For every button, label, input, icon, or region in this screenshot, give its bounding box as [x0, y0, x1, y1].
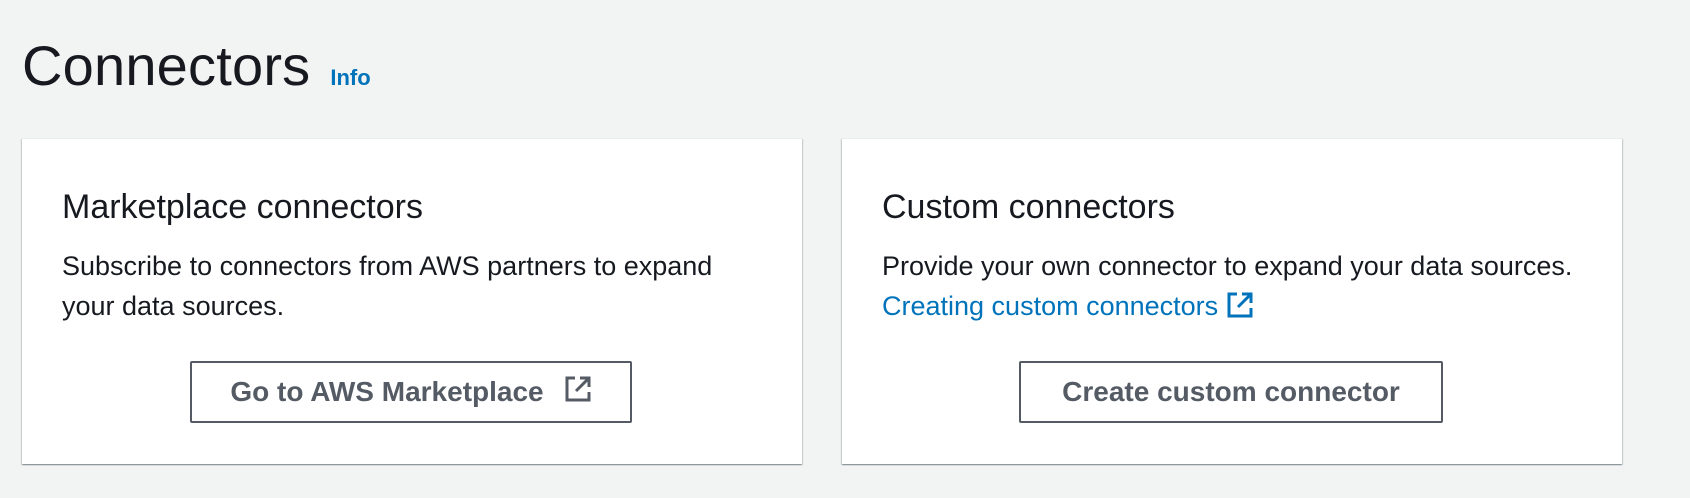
creating-custom-connectors-link[interactable]: Creating custom connectors [882, 291, 1254, 321]
go-to-aws-marketplace-label: Go to AWS Marketplace [230, 376, 544, 407]
external-link-icon [1226, 290, 1254, 330]
custom-connectors-description: Provide your own connector to expand you… [882, 246, 1592, 330]
custom-connectors-title: Custom connectors [882, 188, 1175, 226]
custom-connectors-card: Custom connectors Provide your own conne… [842, 138, 1622, 464]
info-link[interactable]: Info [330, 65, 370, 91]
custom-connectors-description-text: Provide your own connector to expand you… [882, 251, 1573, 281]
go-to-aws-marketplace-button[interactable]: Go to AWS Marketplace [190, 361, 632, 423]
create-custom-connector-label: Create custom connector [1062, 376, 1400, 407]
page-header: Connectors Info [22, 30, 371, 102]
marketplace-connectors-title: Marketplace connectors [62, 188, 423, 226]
page-title: Connectors [22, 34, 311, 97]
create-custom-connector-button[interactable]: Create custom connector [1019, 361, 1443, 423]
marketplace-connectors-card: Marketplace connectors Subscribe to conn… [22, 138, 802, 464]
external-link-icon [564, 375, 592, 410]
creating-custom-connectors-link-label: Creating custom connectors [882, 291, 1219, 321]
marketplace-connectors-description: Subscribe to connectors from AWS partner… [62, 251, 713, 321]
